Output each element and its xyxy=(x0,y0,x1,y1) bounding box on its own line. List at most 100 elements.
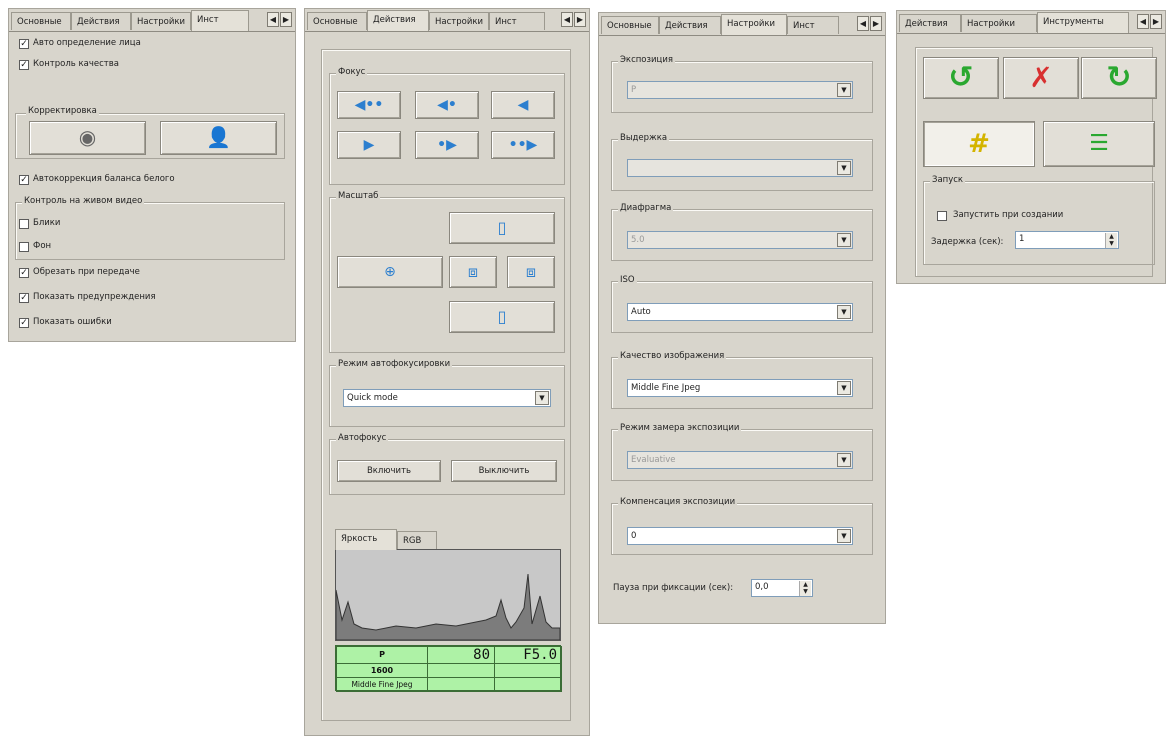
focus-near-large-button[interactable]: ◀•• xyxy=(337,91,401,119)
crop-label: Обрезать при передаче xyxy=(33,267,140,277)
eye-icon: ◉ xyxy=(78,125,97,149)
tab-main[interactable]: Основные xyxy=(11,12,71,30)
pause-spinner[interactable]: 0,0 ▲ ▼ xyxy=(751,579,813,597)
rotate-right-button[interactable]: ↻ xyxy=(1081,57,1157,99)
spinner-arrows-icon[interactable]: ▲ ▼ xyxy=(1105,233,1117,248)
tab-tools[interactable]: Инст xyxy=(787,16,839,34)
tab-tools[interactable]: Инст xyxy=(489,12,545,30)
crop-checkbox[interactable]: ✓ xyxy=(19,268,29,278)
focus-group-label: Фокус xyxy=(336,67,368,77)
iso-group-label: ISO xyxy=(618,275,637,285)
tab-scroll-left-icon[interactable]: ◀ xyxy=(857,16,869,31)
histogram-graph xyxy=(335,573,561,641)
lcd-quality: Middle Fine Jpeg xyxy=(336,677,428,692)
chevron-down-icon[interactable]: ▼ xyxy=(837,83,851,97)
tab-scroll-right-icon[interactable]: ▶ xyxy=(574,12,586,27)
chevron-down-icon[interactable]: ▼ xyxy=(837,529,851,543)
errors-label: Показать ошибки xyxy=(33,317,112,327)
shutter-select[interactable]: ▼ xyxy=(627,159,853,177)
person-correction-button[interactable]: 👤 xyxy=(160,121,277,155)
tab-actions[interactable]: Действия xyxy=(659,16,721,34)
tab-actions[interactable]: Действия xyxy=(899,14,961,32)
camera-status-panel: P 80 F5.0 1600 Middle Fine Jpeg xyxy=(335,645,562,692)
no-rotate-button[interactable]: ✗ xyxy=(1003,57,1079,99)
compensation-select[interactable]: 0 ▼ xyxy=(627,527,853,545)
start-group-label: Запуск xyxy=(930,175,966,185)
run-on-create-checkbox[interactable] xyxy=(937,211,947,221)
quality-control-checkbox[interactable]: ✓ xyxy=(19,60,29,70)
rotate-left-button[interactable]: ↺ xyxy=(923,57,999,99)
zoom-button[interactable]: ⊕ xyxy=(337,256,443,288)
face-detect-checkbox[interactable]: ✓ xyxy=(19,39,29,49)
lcd-iso: 1600 xyxy=(336,663,428,678)
tab-scroll-left-icon[interactable]: ◀ xyxy=(561,12,573,27)
panel-tools: Действия Настройки Инструменты ◀ ▶ ↺ ✗ ↻… xyxy=(896,10,1166,284)
tab-bar: Основные Действия Настройки Инст ◀ ▶ xyxy=(9,9,295,32)
chevron-down-icon[interactable]: ▼ xyxy=(837,161,851,175)
iso-select[interactable]: Auto ▼ xyxy=(627,303,853,321)
scale-down-button[interactable]: ▯ xyxy=(449,301,555,333)
background-label: Фон xyxy=(33,241,52,251)
tab-scroll: ◀ ▶ xyxy=(561,12,587,28)
focus-group: Фокус xyxy=(329,67,565,185)
chevron-down-icon[interactable]: ▼ xyxy=(535,391,549,405)
grid-button[interactable]: # xyxy=(923,121,1035,167)
lcd-aperture: F5.0 xyxy=(494,646,562,664)
lines-button[interactable]: ☰ xyxy=(1043,121,1155,167)
tab-settings[interactable]: Настройки xyxy=(721,14,787,35)
focus-near-small-button[interactable]: ◀ xyxy=(491,91,555,119)
tab-scroll-left-icon[interactable]: ◀ xyxy=(1137,14,1149,29)
background-checkbox[interactable] xyxy=(19,242,29,252)
tab-settings[interactable]: Настройки xyxy=(961,14,1037,32)
white-balance-checkbox[interactable]: ✓ xyxy=(19,175,29,185)
quality-value: Middle Fine Jpeg xyxy=(631,383,701,393)
tab-scroll-left-icon[interactable]: ◀ xyxy=(267,12,279,27)
scale-left-button[interactable]: ⧈ xyxy=(449,256,497,288)
focus-near-medium-button[interactable]: ◀• xyxy=(415,91,479,119)
grid-icon: # xyxy=(968,129,990,159)
aperture-select[interactable]: 5.0 ▼ xyxy=(627,231,853,249)
delay-spinner[interactable]: 1 ▲ ▼ xyxy=(1015,231,1119,249)
hist-tab-rgb[interactable]: RGB xyxy=(397,531,437,549)
tab-actions[interactable]: Действия xyxy=(367,10,429,31)
glare-checkbox[interactable] xyxy=(19,219,29,229)
focus-far-large-button[interactable]: ••▶ xyxy=(491,131,555,159)
white-balance-label: Автокоррекция баланса белого xyxy=(33,174,175,184)
exposure-select[interactable]: P ▼ xyxy=(627,81,853,99)
tab-scroll-right-icon[interactable]: ▶ xyxy=(280,12,292,27)
tab-scroll-right-icon[interactable]: ▶ xyxy=(1150,14,1162,29)
metering-select[interactable]: Evaluative ▼ xyxy=(627,451,853,469)
errors-checkbox[interactable]: ✓ xyxy=(19,318,29,328)
lcd-empty-2 xyxy=(494,663,562,678)
exposure-value: P xyxy=(631,85,637,95)
start-group: Запуск xyxy=(923,175,1155,265)
af-enable-button[interactable]: Включить xyxy=(337,460,441,482)
tab-main[interactable]: Основные xyxy=(307,12,367,30)
quality-group-label: Качество изображения xyxy=(618,351,727,361)
hist-tab-brightness[interactable]: Яркость xyxy=(335,529,397,550)
warnings-checkbox[interactable]: ✓ xyxy=(19,293,29,303)
tab-scroll-right-icon[interactable]: ▶ xyxy=(870,16,882,31)
chevron-down-icon[interactable]: ▼ xyxy=(837,233,851,247)
tab-settings[interactable]: Настройки xyxy=(429,12,489,30)
tab-actions[interactable]: Действия xyxy=(71,12,131,30)
scale-up-button[interactable]: ▯ xyxy=(449,212,555,244)
scale-right-button[interactable]: ⧈ xyxy=(507,256,555,288)
quality-control-label: Контроль качества xyxy=(33,59,119,69)
focus-far-medium-button[interactable]: •▶ xyxy=(415,131,479,159)
tab-main[interactable]: Основные xyxy=(601,16,659,34)
spinner-arrows-icon[interactable]: ▲ ▼ xyxy=(799,581,811,596)
eye-correction-button[interactable]: ◉ xyxy=(29,121,146,155)
chevron-down-icon[interactable]: ▼ xyxy=(837,305,851,319)
af-mode-value: Quick mode xyxy=(347,393,398,403)
af-disable-button[interactable]: Выключить xyxy=(451,460,557,482)
tab-tools[interactable]: Инст xyxy=(191,10,249,31)
tab-settings[interactable]: Настройки xyxy=(131,12,191,30)
chevron-down-icon[interactable]: ▼ xyxy=(837,381,851,395)
zoom-icon: ⊕ xyxy=(384,264,396,280)
tab-tools[interactable]: Инструменты xyxy=(1037,12,1129,33)
focus-far-small-button[interactable]: ▶ xyxy=(337,131,401,159)
quality-select[interactable]: Middle Fine Jpeg ▼ xyxy=(627,379,853,397)
chevron-down-icon[interactable]: ▼ xyxy=(837,453,851,467)
af-mode-select[interactable]: Quick mode ▼ xyxy=(343,389,551,407)
